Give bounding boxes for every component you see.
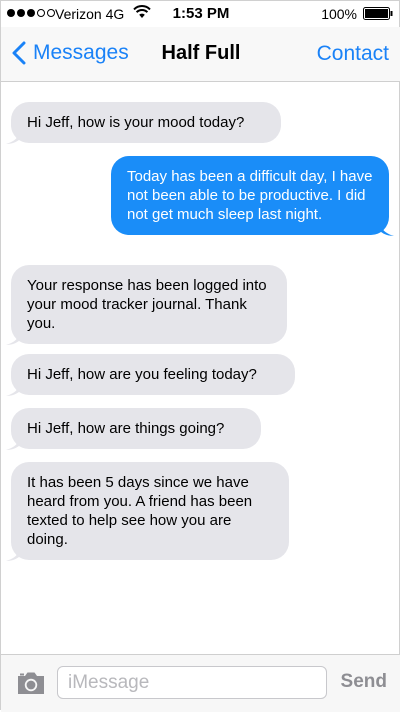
message-input-bar: Send — [1, 654, 400, 712]
incoming-message-bubble: Hi Jeff, how is your mood today? — [6, 102, 281, 144]
message-text: Hi Jeff, how are you feeling today? — [27, 366, 257, 383]
battery-icon — [363, 7, 393, 20]
bubble-tail — [6, 380, 20, 396]
chevron-left-icon — [12, 41, 26, 65]
bubble-tail — [6, 545, 20, 561]
status-bar: Verizon 4G 1:53 PM 100% — [1, 1, 400, 27]
navigation-bar: Messages Half Full Contact — [1, 27, 400, 82]
battery-percent: 100% — [321, 6, 357, 22]
imessage-input[interactable] — [57, 666, 327, 699]
incoming-message-bubble: Hi Jeff, how are you feeling today? — [6, 354, 295, 396]
bubble-tail — [6, 434, 20, 450]
phone-frame: Verizon 4G 1:53 PM 100% Messages Half Fu… — [0, 0, 400, 712]
bubble-tail — [380, 220, 394, 236]
message-text: Today has been a difficult day, I have n… — [127, 168, 373, 223]
message-text: It has been 5 days since we have heard f… — [27, 474, 253, 548]
incoming-message-bubble: Your response has been logged into your … — [6, 265, 287, 345]
contact-button[interactable]: Contact — [317, 42, 389, 66]
message-text: Hi Jeff, how is your mood today? — [27, 114, 245, 131]
message-text: Hi Jeff, how are things going? — [27, 420, 225, 437]
back-button[interactable]: Messages — [11, 39, 129, 67]
camera-icon[interactable] — [15, 670, 47, 696]
incoming-message-bubble: Hi Jeff, how are things going? — [6, 408, 261, 450]
bubble-tail — [6, 128, 20, 144]
message-text: Your response has been logged into your … — [27, 277, 267, 332]
outgoing-message-bubble: Today has been a difficult day, I have n… — [111, 156, 394, 236]
message-thread[interactable]: Hi Jeff, how is your mood today? Today h… — [1, 82, 400, 654]
send-button[interactable]: Send — [341, 671, 387, 693]
bubble-tail — [6, 329, 20, 345]
incoming-message-bubble: It has been 5 days since we have heard f… — [6, 462, 289, 561]
back-button-label: Messages — [33, 41, 129, 64]
